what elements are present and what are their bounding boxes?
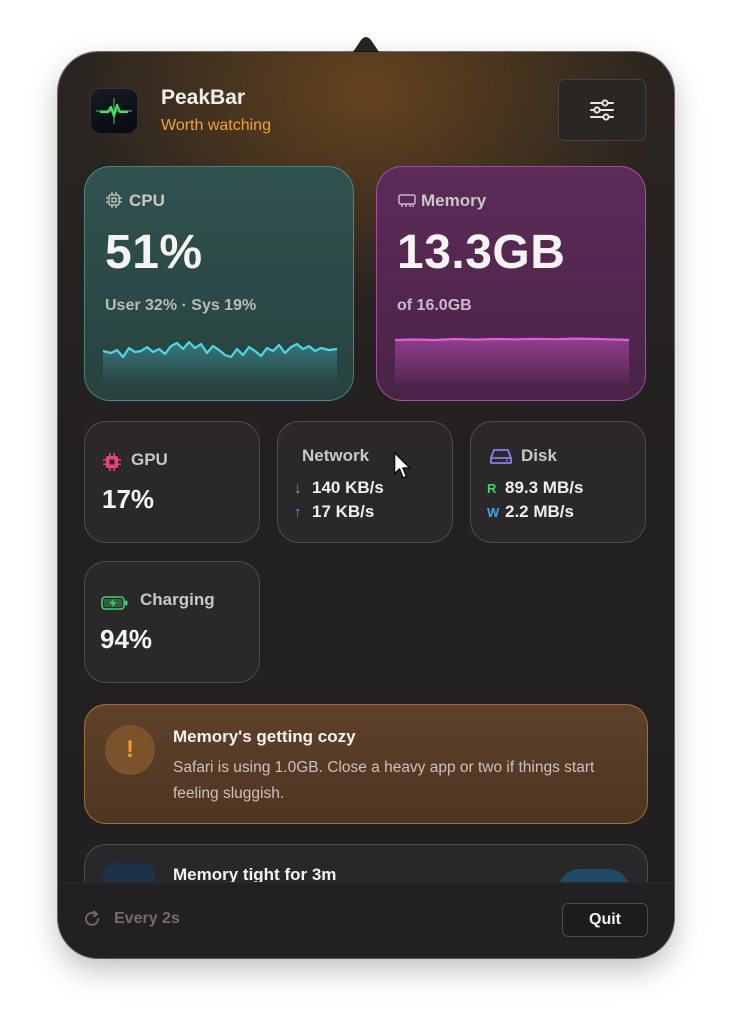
refresh-icon bbox=[85, 910, 99, 926]
battery-label: Charging bbox=[140, 590, 215, 609]
cpu-breakdown: User 32% · Sys 19% bbox=[105, 297, 257, 314]
cpu-card[interactable]: CPU 51% User 32% · Sys 19% bbox=[84, 166, 354, 401]
disk-read-value: 89.3 MB/s bbox=[505, 478, 584, 497]
alert-body: Safari is using 1.0GB. Close a heavy app… bbox=[173, 759, 595, 802]
health-status: Worth watching bbox=[161, 117, 271, 134]
disk-label: Disk bbox=[521, 446, 557, 465]
network-upload-row: ↑ 17 KB/s bbox=[294, 502, 374, 522]
cpu-label: CPU bbox=[129, 191, 165, 210]
disk-read-marker: R bbox=[487, 481, 497, 496]
network-download-row: ↓ 140 KB/s bbox=[294, 478, 384, 498]
gpu-value: 17% bbox=[102, 484, 155, 514]
refresh-interval: Every 2s bbox=[114, 910, 180, 927]
settings-button[interactable] bbox=[558, 79, 646, 141]
arrow-down-icon: ↓ bbox=[294, 480, 302, 497]
cpu-sparkline bbox=[103, 340, 337, 383]
sliders-icon bbox=[590, 99, 614, 121]
network-label: Network bbox=[302, 446, 370, 465]
memory-total: of 16.0GB bbox=[397, 297, 472, 314]
disk-card[interactable]: Disk R 89.3 MB/s W 2.2 MB/s bbox=[470, 421, 646, 543]
peakbar-logo-icon bbox=[90, 88, 138, 134]
battery-charging-icon bbox=[101, 596, 128, 610]
network-card[interactable]: Network ↓ 140 KB/s ↑ 17 KB/s bbox=[277, 421, 453, 543]
memory-alert[interactable]: ! Memory's getting cozy Safari is using … bbox=[84, 704, 648, 824]
disk-write-marker: W bbox=[487, 505, 500, 520]
memory-icon bbox=[398, 194, 416, 207]
arrow-up-icon: ↑ bbox=[294, 504, 302, 521]
alert-title: Memory's getting cozy bbox=[173, 727, 356, 746]
chip-icon bbox=[106, 192, 122, 208]
battery-value: 94% bbox=[100, 624, 153, 654]
disk-write-row: W 2.2 MB/s bbox=[487, 502, 574, 522]
status-popover: PeakBar Worth watching CPU 51% User 32% … bbox=[58, 52, 674, 958]
cpu-value: 51% bbox=[105, 226, 203, 279]
network-upload-value: 17 KB/s bbox=[312, 502, 375, 521]
disk-write-value: 2.2 MB/s bbox=[505, 502, 574, 521]
memory-value: 13.3GB bbox=[397, 226, 566, 279]
memory-sparkline bbox=[395, 337, 629, 383]
memory-card[interactable]: Memory 13.3GB of 16.0GB bbox=[376, 166, 646, 401]
mouse-cursor-icon bbox=[393, 451, 411, 479]
network-download-value: 140 KB/s bbox=[312, 478, 384, 497]
footer-bar: Every 2s Quit bbox=[58, 882, 674, 958]
gpu-icon bbox=[103, 453, 121, 471]
gpu-label: GPU bbox=[131, 450, 168, 469]
app-name: PeakBar bbox=[161, 86, 246, 109]
warning-icon: ! bbox=[105, 725, 155, 775]
gpu-card[interactable]: GPU 17% bbox=[84, 421, 260, 543]
quit-button[interactable]: Quit bbox=[562, 903, 648, 937]
disk-read-row: R 89.3 MB/s bbox=[487, 478, 583, 498]
memory-label: Memory bbox=[421, 191, 487, 210]
disk-icon bbox=[490, 449, 512, 464]
battery-card[interactable]: Charging 94% bbox=[84, 561, 260, 683]
